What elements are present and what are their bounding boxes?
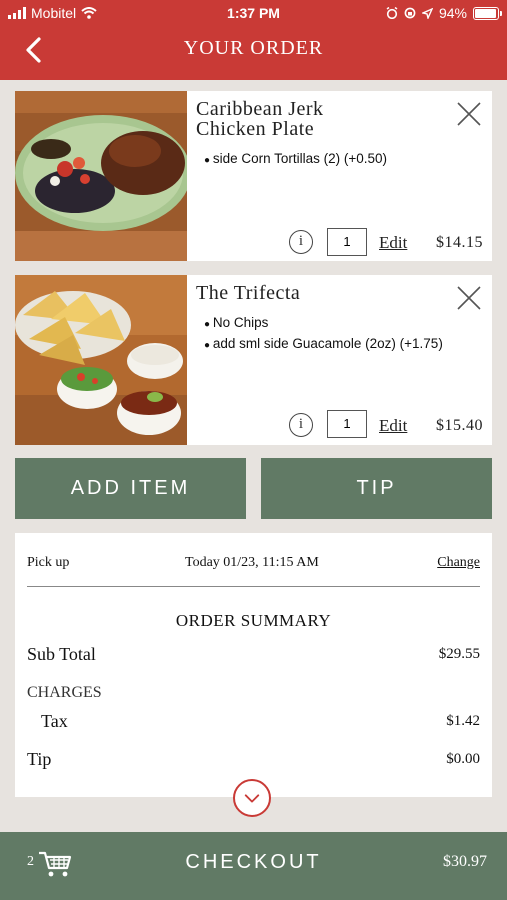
edit-item-link[interactable]: Edit — [379, 416, 407, 436]
charges-heading: CHARGES — [27, 684, 102, 701]
order-item-card: Caribbean Jerk Chicken Plate side Corn T… — [15, 91, 492, 261]
order-summary-panel: Pick up Today 01/23, 11:15 AM Change ORD… — [15, 533, 492, 797]
item-name-line: The Trifecta — [196, 282, 301, 304]
pickup-label: Pick up — [27, 555, 70, 570]
subtotal-label: Sub Total — [27, 644, 96, 664]
quantity-field[interactable]: 1 — [327, 228, 367, 256]
divider — [27, 586, 480, 587]
alarm-icon — [386, 7, 398, 19]
tax-row: Tax $1.42 — [41, 711, 480, 733]
rotation-lock-icon — [404, 7, 416, 19]
pickup-row: Pick up Today 01/23, 11:15 AM Change — [27, 555, 480, 575]
location-icon — [421, 7, 433, 19]
tip-value: $0.00 — [446, 751, 480, 767]
header-bar: Mobitel 1:37 PM 94% YOUR ORDER — [0, 0, 507, 80]
tax-label: Tax — [41, 711, 68, 731]
pickup-time: Today 01/23, 11:15 AM — [185, 555, 319, 570]
info-icon[interactable]: i — [289, 413, 313, 437]
modifier: add sml side Guacamole (2oz) (+1.75) — [204, 336, 489, 351]
remove-item-icon[interactable] — [456, 101, 482, 127]
quantity-field[interactable]: 1 — [327, 410, 367, 438]
modifier: No Chips — [204, 315, 489, 330]
item-modifiers: No Chips add sml side Guacamole (2oz) (+… — [204, 315, 489, 357]
tax-value: $1.42 — [446, 713, 480, 729]
checkout-bar[interactable]: 2 CHECKOUT $30.97 — [0, 832, 507, 900]
battery-percent: 94% — [438, 5, 467, 21]
add-item-button[interactable]: ADD ITEM — [15, 458, 246, 519]
item-price: $15.40 — [436, 417, 483, 434]
item-name-line: Caribbean Jerk — [196, 98, 324, 120]
item-photo-jerk-chicken — [15, 91, 187, 261]
subtotal-value: $29.55 — [438, 646, 480, 662]
change-pickup-link[interactable]: Change — [437, 555, 480, 571]
item-modifiers: side Corn Tortillas (2) (+0.50) — [204, 151, 489, 172]
summary-title: ORDER SUMMARY — [175, 611, 332, 630]
order-total: $30.97 — [443, 853, 487, 870]
modifier: side Corn Tortillas (2) (+0.50) — [204, 151, 489, 166]
tip-button[interactable]: TIP — [261, 458, 492, 519]
subtotal-row: Sub Total $29.55 — [27, 644, 480, 666]
status-bar: Mobitel 1:37 PM 94% — [0, 0, 507, 26]
item-name-line: Chicken Plate — [196, 118, 315, 140]
info-icon[interactable]: i — [289, 230, 313, 254]
item-name: Caribbean Jerk Chicken Plate — [196, 99, 436, 139]
item-name: The Trifecta — [196, 283, 436, 303]
tip-row: Tip $0.00 — [27, 749, 480, 771]
status-right: 94% — [386, 5, 502, 21]
chevron-down-icon[interactable] — [233, 779, 271, 817]
battery-icon — [473, 6, 502, 20]
edit-item-link[interactable]: Edit — [379, 233, 407, 253]
item-price: $14.15 — [436, 234, 483, 251]
checkout-button[interactable]: CHECKOUT — [0, 851, 507, 874]
order-item-card: The Trifecta No Chips add sml side Guaca… — [15, 275, 492, 445]
remove-item-icon[interactable] — [456, 285, 482, 311]
item-photo-trifecta — [15, 275, 187, 445]
page-title: YOUR ORDER — [183, 37, 324, 59]
tip-label: Tip — [27, 749, 52, 769]
